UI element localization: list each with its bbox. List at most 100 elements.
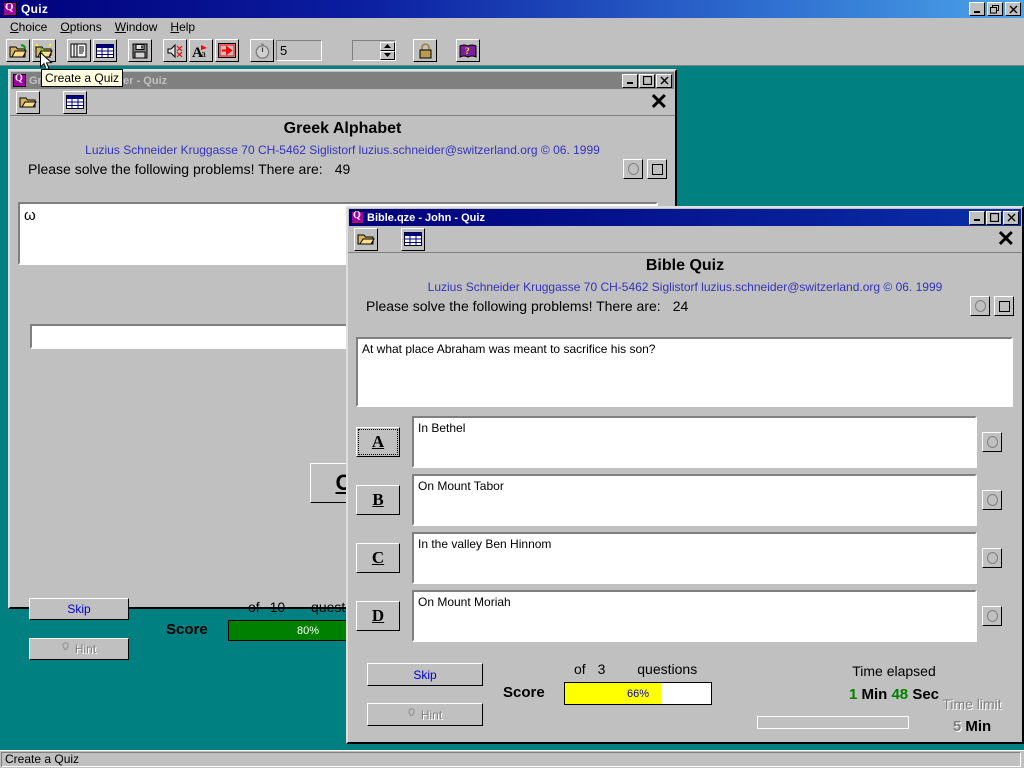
- answer-letter-c: C: [372, 548, 384, 568]
- greek-of-label: of: [248, 599, 260, 615]
- menu-help[interactable]: Help: [164, 19, 202, 35]
- greek-total-questions: 10: [270, 599, 286, 615]
- greek-score-label: Score: [166, 621, 208, 638]
- bible-question-text: At what place Abraham was meant to sacri…: [362, 342, 655, 356]
- greek-skip-label: Skip: [67, 602, 90, 616]
- open-quiz-button[interactable]: [6, 39, 30, 62]
- answer-text-c-value: In the valley Ben Hinnom: [418, 537, 551, 551]
- circle-icon: [987, 436, 998, 448]
- time-min-value: 1: [849, 686, 857, 703]
- answer-button-c[interactable]: C: [356, 543, 400, 573]
- circle-icon: [987, 610, 998, 622]
- pages-button[interactable]: [67, 39, 91, 62]
- help-book-button[interactable]: ?: [456, 39, 480, 62]
- exit-question-button[interactable]: [215, 39, 239, 62]
- bible-skip-button[interactable]: Skip: [367, 663, 483, 686]
- font-button[interactable]: A a: [189, 39, 213, 62]
- time-limit-input[interactable]: 5: [276, 40, 322, 61]
- sound-mute-button[interactable]: [163, 39, 187, 62]
- answer-text-b[interactable]: On Mount Tabor: [412, 474, 977, 526]
- toolbar-separator: [119, 39, 128, 62]
- open-file-button[interactable]: [354, 228, 378, 251]
- answer-text-c[interactable]: In the valley Ben Hinnom: [412, 532, 977, 584]
- greek-skip-button[interactable]: Skip: [29, 598, 129, 620]
- bible-of-label: of: [574, 661, 586, 677]
- toolbar-separator: [58, 39, 67, 62]
- round-indicator-button[interactable]: [970, 296, 990, 316]
- grid-button[interactable]: [401, 228, 425, 251]
- answer-select-c[interactable]: [982, 548, 1002, 568]
- bible-questions-word: questions: [637, 661, 697, 677]
- time-limit-stepper[interactable]: [352, 40, 396, 61]
- close-button[interactable]: [1003, 211, 1019, 225]
- save-button[interactable]: [128, 39, 152, 62]
- greek-mini-buttons: [623, 159, 675, 179]
- bible-answer-row: D On Mount Moriah: [356, 590, 1018, 642]
- close-quiz-icon[interactable]: ✕: [997, 228, 1015, 250]
- bible-score-bar: 66%: [564, 682, 712, 705]
- lightbulb-icon: [62, 642, 69, 656]
- answer-letter-a: A: [372, 432, 384, 452]
- bible-of-line: of 3 questions: [574, 661, 697, 677]
- bible-answer-row: C In the valley Ben Hinnom: [356, 532, 1018, 584]
- bible-titlebar[interactable]: Bible.qze - John - Quiz: [349, 209, 1021, 226]
- maximize-button[interactable]: [639, 74, 655, 88]
- close-button[interactable]: [1005, 2, 1021, 16]
- close-quiz-icon[interactable]: ✕: [650, 91, 668, 113]
- grid-button[interactable]: [63, 91, 87, 114]
- minimize-button[interactable]: [969, 211, 985, 225]
- greek-hint-label: Hint: [75, 642, 96, 656]
- answer-button-b[interactable]: B: [356, 485, 400, 515]
- menu-choice[interactable]: Choice: [4, 19, 54, 35]
- answer-button-d[interactable]: D: [356, 601, 400, 631]
- minimize-button[interactable]: [622, 74, 638, 88]
- bible-window-controls: [969, 211, 1019, 225]
- maximize-button[interactable]: [986, 211, 1002, 225]
- bible-question-box: At what place Abraham was meant to sacri…: [356, 337, 1013, 407]
- app-title: Quiz: [21, 2, 48, 16]
- close-button[interactable]: [656, 74, 672, 88]
- answer-text-a[interactable]: In Bethel: [412, 416, 977, 468]
- toolbar-tooltip: Create a Quiz: [41, 69, 123, 87]
- bible-time-limit-label: Time limit: [924, 696, 1020, 712]
- square-indicator-button[interactable]: [647, 159, 667, 179]
- quiz-window-icon: [351, 211, 364, 224]
- bible-question-count: 24: [673, 298, 689, 314]
- toolbar-separator: [380, 228, 389, 251]
- answer-select-d[interactable]: [982, 606, 1002, 626]
- menu-options[interactable]: Options: [54, 19, 108, 35]
- table-button[interactable]: [93, 39, 117, 62]
- stepper-down[interactable]: [380, 51, 395, 60]
- stopwatch-button[interactable]: [250, 39, 274, 62]
- menubar: Choice Options Window Help: [0, 18, 1024, 36]
- bible-window-toolbar: ✕: [348, 226, 1022, 253]
- answer-text-a-value: In Bethel: [418, 421, 465, 435]
- toolbar-separator: [154, 39, 163, 62]
- minimize-button[interactable]: [969, 2, 985, 16]
- app-titlebar[interactable]: Quiz: [0, 0, 1024, 18]
- bible-solve-line: Please solve the following problems! The…: [348, 296, 1022, 316]
- lock-button[interactable]: [413, 39, 437, 62]
- square-indicator-button[interactable]: [994, 296, 1014, 316]
- menu-window[interactable]: Window: [109, 19, 165, 35]
- quiz-window-bible[interactable]: Bible.qze - John - Quiz: [346, 206, 1024, 744]
- round-indicator-button[interactable]: [623, 159, 643, 179]
- answer-text-d[interactable]: On Mount Moriah: [412, 590, 977, 642]
- answer-button-a[interactable]: A: [356, 427, 400, 457]
- time-limit-number: 5: [953, 718, 961, 735]
- open-file-button[interactable]: [16, 91, 40, 114]
- answer-text-b-value: On Mount Tabor: [418, 479, 504, 493]
- stepper-up[interactable]: [380, 42, 395, 51]
- greek-solve-label: Please solve the following problems! The…: [28, 161, 323, 177]
- bible-time-elapsed-label: Time elapsed: [794, 663, 994, 679]
- statusbar-text: Create a Quiz: [1, 752, 1021, 767]
- quiz-app-icon[interactable]: [3, 2, 17, 16]
- quiz-application: Quiz Choice Options Window Help: [0, 0, 1024, 768]
- bible-score-percent: 66%: [565, 683, 711, 704]
- answer-select-b[interactable]: [982, 490, 1002, 510]
- greek-question-text: ω: [24, 207, 36, 224]
- bible-skip-label: Skip: [413, 668, 436, 682]
- answer-select-a[interactable]: [982, 432, 1002, 452]
- restore-button[interactable]: [987, 2, 1003, 16]
- answer-letter-d: D: [372, 606, 384, 626]
